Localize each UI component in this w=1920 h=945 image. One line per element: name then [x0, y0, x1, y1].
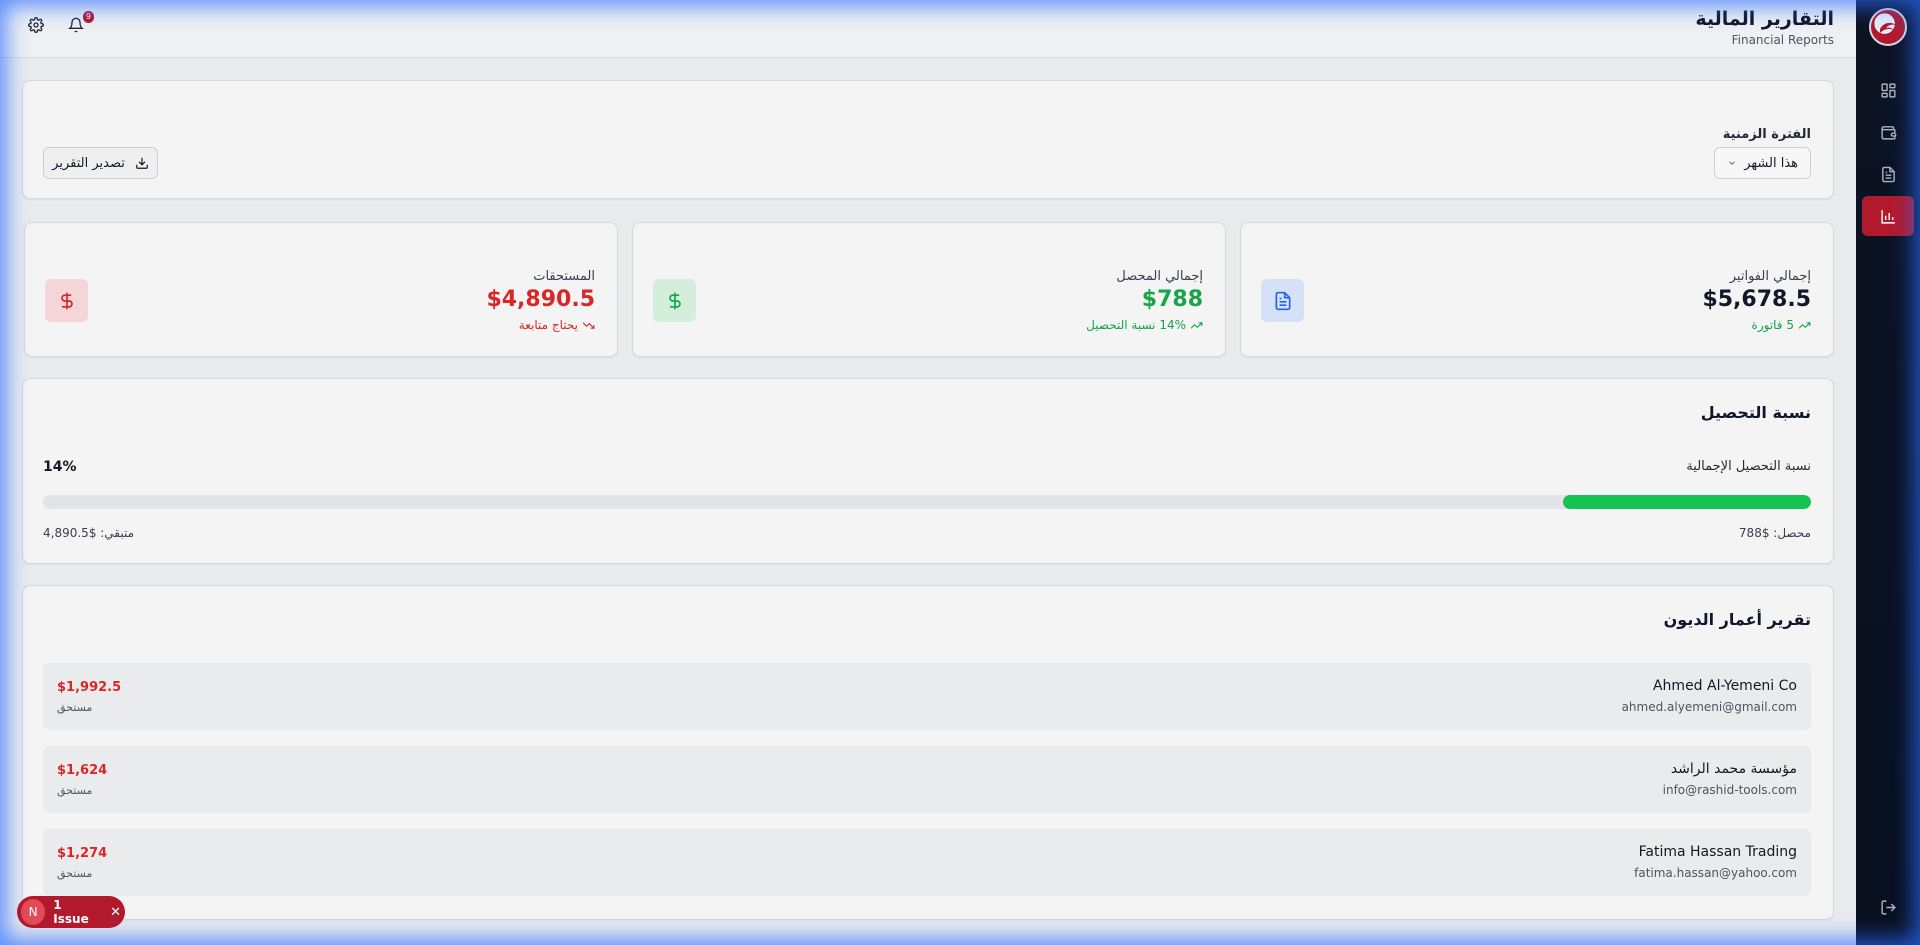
- filter-card: الفترة الزمنية هذا الشهر تصدير التقرير: [22, 80, 1834, 199]
- progress-fill: [1563, 495, 1811, 509]
- sidebar-item-reports[interactable]: [1862, 196, 1914, 236]
- table-row[interactable]: مؤسسة محمد الراشد info@rashid-tools.com …: [43, 746, 1811, 813]
- stat-sub: يحتاج متابعة: [519, 318, 595, 332]
- document-icon: [1881, 166, 1895, 182]
- dashboard-icon: [1880, 82, 1896, 98]
- issue-label: 1 Issue: [53, 898, 89, 926]
- trending-up-icon: [1190, 321, 1203, 329]
- period-value: هذا الشهر: [1744, 155, 1798, 171]
- sidebar: [1856, 0, 1920, 945]
- notification-badge: 9: [82, 11, 94, 23]
- stat-value: $5,678.5: [1702, 287, 1811, 312]
- export-report-label: تصدير التقرير: [52, 155, 125, 171]
- period-select[interactable]: هذا الشهر: [1714, 147, 1811, 179]
- dollar-icon: [668, 292, 681, 309]
- stat-label: إجمالي الفواتير: [1729, 269, 1811, 284]
- due-tag: مستحق: [57, 867, 93, 880]
- document-icon: [1275, 291, 1290, 310]
- due-tag: مستحق: [57, 784, 93, 797]
- stat-sub: 5 فاتورة: [1752, 318, 1811, 332]
- table-row[interactable]: Ahmed Al-Yemeni Co ahmed.alyemeni@gmail.…: [43, 663, 1811, 730]
- stat-label: المستحقات: [533, 269, 595, 284]
- customer-email: ahmed.alyemeni@gmail.com: [1621, 700, 1797, 714]
- issue-logo-icon: N: [21, 899, 46, 925]
- due-amount: $1,274: [57, 846, 108, 861]
- stat-card-receivables: المستحقات $4,890.5 يحتاج متابعة: [24, 222, 618, 357]
- export-report-button[interactable]: تصدير التقرير: [43, 147, 158, 179]
- stat-value: $788: [1141, 287, 1203, 312]
- customer-email: info@rashid-tools.com: [1662, 783, 1797, 797]
- stat-icon: [45, 279, 88, 322]
- customer-email: fatima.hassan@yahoo.com: [1634, 866, 1797, 880]
- collection-progress-bar: [43, 495, 1811, 509]
- download-icon: [136, 157, 148, 169]
- trending-down-icon: [582, 321, 595, 329]
- logout-icon: [1880, 899, 1896, 915]
- issue-indicator[interactable]: N 1 Issue ✕: [17, 896, 125, 928]
- bell-icon: [67, 17, 85, 33]
- header-actions: 9: [28, 11, 94, 37]
- stat-card-invoices: إجمالي الفواتير $5,678.5 5 فاتورة: [1240, 222, 1834, 357]
- due-amount: $1,624: [57, 763, 108, 778]
- stat-icon: [1261, 279, 1304, 322]
- rate-remaining: متبقي: $4,890.5: [43, 526, 135, 540]
- rate-percent: 14%: [43, 459, 77, 475]
- sidebar-item-dashboard[interactable]: [1862, 70, 1914, 110]
- wallet-icon: [1880, 125, 1896, 140]
- stat-icon: [653, 279, 696, 322]
- stat-sub-text: 14% نسبة التحصيل: [1086, 318, 1186, 332]
- collection-rate-card: نسبة التحصيل نسبة التحصيل الإجمالية 14% …: [22, 378, 1834, 564]
- due-tag: مستحق: [57, 701, 93, 714]
- sidebar-item-wallet[interactable]: [1862, 112, 1914, 152]
- logo-icon[interactable]: [1869, 8, 1907, 46]
- debt-aging-card: تقرير أعمار الديون Ahmed Al-Yemeni Co ah…: [22, 585, 1834, 920]
- customer-name: Ahmed Al-Yemeni Co: [1652, 678, 1797, 694]
- stat-value: $4,890.5: [486, 287, 595, 312]
- sidebar-item-invoices[interactable]: [1862, 154, 1914, 194]
- chart-icon: [1880, 209, 1895, 224]
- logout-button[interactable]: [1862, 887, 1914, 927]
- section-title: نسبة التحصيل: [1700, 403, 1811, 422]
- section-title: تقرير أعمار الديون: [1663, 610, 1811, 629]
- period-label: الفترة الزمنية: [1722, 127, 1811, 142]
- customer-name: Fatima Hassan Trading: [1638, 844, 1797, 860]
- chevron-down-icon: [1729, 161, 1735, 165]
- page-title: التقارير المالية: [1695, 8, 1834, 30]
- table-row[interactable]: Fatima Hassan Trading fatima.hassan@yaho…: [43, 829, 1811, 896]
- due-amount: $1,992.5: [57, 680, 122, 695]
- stat-sub-text: يحتاج متابعة: [518, 318, 578, 332]
- rate-label: نسبة التحصيل الإجمالية: [1686, 459, 1811, 474]
- header: التقارير المالية Financial Reports 9: [0, 0, 1856, 58]
- stat-label: إجمالي المحصل: [1116, 269, 1203, 284]
- notifications-button[interactable]: 9: [67, 11, 94, 37]
- dollar-icon: [60, 292, 73, 309]
- close-icon[interactable]: ✕: [110, 905, 121, 920]
- gear-icon: [28, 17, 44, 33]
- rate-collected: محصل: $788: [1738, 526, 1811, 540]
- trending-up-icon: [1798, 321, 1811, 329]
- page-subtitle: Financial Reports: [1731, 33, 1834, 47]
- settings-button[interactable]: [28, 17, 48, 37]
- stat-sub-text: 5 فاتورة: [1751, 318, 1794, 332]
- stat-card-collected: إجمالي المحصل $788 14% نسبة التحصيل: [632, 222, 1226, 357]
- customer-name: مؤسسة محمد الراشد: [1670, 761, 1797, 777]
- stat-sub: 14% نسبة التحصيل: [1086, 318, 1203, 332]
